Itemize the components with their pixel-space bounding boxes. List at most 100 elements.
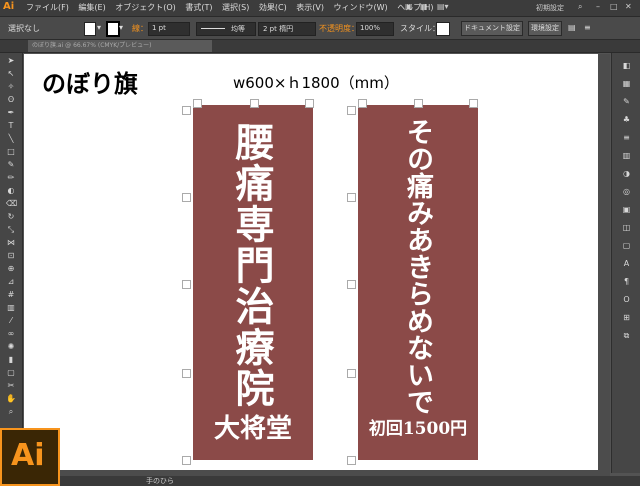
close-icon[interactable]: ✕	[625, 2, 632, 11]
variable-width-profile[interactable]: 均等	[196, 22, 256, 36]
workspace-preset[interactable]: 初期設定	[536, 3, 564, 13]
document-setup-button[interactable]: ドキュメント設定	[461, 21, 523, 36]
top-tab	[469, 99, 478, 108]
stroke-dropdown-icon[interactable]: ▾	[119, 23, 123, 32]
right-panel-dock: ◧ ▦ ✎ ♣ ≡ ▥ ◑ ◎ ▣ ◫ ▢ A ¶ O ⊞ ⧉	[611, 53, 640, 473]
pole-tab	[182, 456, 191, 465]
symbol-sprayer-icon[interactable]: ✺	[6, 342, 16, 351]
fill-swatch[interactable]	[84, 22, 96, 36]
illustrator-logo: Ai	[0, 428, 60, 486]
mesh-icon[interactable]: #	[6, 290, 16, 299]
top-tab	[193, 99, 202, 108]
fill-dropdown-icon[interactable]: ▾	[97, 23, 101, 32]
slice-icon[interactable]: ✂	[6, 381, 16, 390]
transparency-icon[interactable]: ◑	[621, 169, 632, 179]
pencil-icon[interactable]: ✏	[6, 173, 16, 182]
layers-icon[interactable]: ◫	[621, 223, 632, 233]
menu-object[interactable]: オブジェクト(O)	[115, 3, 176, 12]
selection-tool-icon[interactable]: ➤	[6, 56, 16, 65]
menu-type[interactable]: 書式(T)	[185, 3, 212, 12]
profile-label: 均等	[231, 25, 245, 33]
color-icon[interactable]: ◧	[621, 61, 632, 71]
perspective-icon[interactable]: ⊿	[6, 277, 16, 286]
stroke-label[interactable]: 線：	[132, 23, 148, 34]
paintbrush-icon[interactable]: ✎	[6, 160, 16, 169]
menu-edit[interactable]: 編集(E)	[78, 3, 105, 12]
width-icon[interactable]: ⋈	[6, 238, 16, 247]
document-tab[interactable]: のぼり旗.ai @ 66.67% (CMYK/プレビュー)	[28, 40, 212, 52]
flag-left-main-text: 腰痛専門治療院	[229, 122, 275, 409]
artboards-icon[interactable]: ▢	[621, 241, 632, 251]
bridge-icon[interactable]: ▣	[405, 2, 413, 11]
pen-icon[interactable]: ✒	[6, 108, 16, 117]
swatches-icon[interactable]: ▦	[621, 79, 632, 89]
pathfinder-icon[interactable]: ⧉	[621, 331, 632, 341]
pole-tab	[347, 369, 356, 378]
eraser-icon[interactable]: ⌫	[6, 199, 17, 208]
menu-window[interactable]: ウィンドウ(W)	[334, 3, 388, 12]
align-icon[interactable]: ▤	[568, 23, 576, 32]
brush-definition[interactable]: 2 pt 楕円	[258, 22, 316, 36]
menu-effect[interactable]: 効果(C)	[259, 3, 287, 12]
opentype-icon[interactable]: O	[621, 295, 632, 305]
minimize-icon[interactable]: –	[596, 2, 600, 11]
stock-icon[interactable]: ▦	[420, 2, 428, 11]
artboard-icon[interactable]: ▢	[6, 368, 16, 377]
top-tab	[358, 99, 367, 108]
gradient-icon[interactable]: ▥	[6, 303, 16, 312]
eyedropper-icon[interactable]: ⁄	[6, 316, 16, 325]
menu-select[interactable]: 選択(S)	[222, 3, 249, 12]
graph-icon[interactable]: ▮	[6, 355, 16, 364]
pole-tab	[347, 106, 356, 115]
brushes-icon[interactable]: ✎	[621, 97, 632, 107]
vertical-scrollbar[interactable]	[598, 54, 610, 470]
stroke-swatch[interactable]	[106, 21, 120, 37]
pole-tab	[182, 193, 191, 202]
type-icon[interactable]: T	[6, 121, 16, 130]
gradient-panel-icon[interactable]: ▥	[621, 151, 632, 161]
rectangle-icon[interactable]: □	[6, 147, 16, 156]
maximize-icon[interactable]: □	[610, 2, 618, 11]
stroke-weight-field[interactable]: 1 pt	[148, 22, 190, 36]
arrange-icon[interactable]: ▤▾	[437, 2, 449, 11]
character-icon[interactable]: A	[621, 259, 632, 269]
scale-icon[interactable]: ⤡	[6, 225, 16, 234]
pole-tab	[347, 456, 356, 465]
opacity-value: 100%	[360, 24, 381, 32]
line-icon[interactable]: ╲	[6, 134, 16, 143]
free-transform-icon[interactable]: ⊡	[6, 251, 16, 260]
flag-right-sub-text: 初回1500円	[368, 419, 468, 439]
paragraph-icon[interactable]: ¶	[621, 277, 632, 287]
menu-file[interactable]: ファイル(F)	[26, 3, 69, 12]
blob-brush-icon[interactable]: ◐	[6, 186, 16, 195]
stroke-weight-value: 1 pt	[152, 24, 166, 32]
panel-menu-icon[interactable]: ≡	[584, 23, 591, 32]
menu-help[interactable]: ヘルプ(H)	[397, 3, 433, 12]
symbols-icon[interactable]: ♣	[621, 115, 632, 125]
opacity-label[interactable]: 不透明度：	[319, 23, 359, 34]
artboard-canvas[interactable]	[24, 54, 610, 470]
appearance-icon[interactable]: ◎	[621, 187, 632, 197]
align-panel-icon[interactable]: ⊞	[621, 313, 632, 323]
graphic-styles-icon[interactable]: ▣	[621, 205, 632, 215]
stroke-panel-icon[interactable]: ≡	[621, 133, 632, 143]
preferences-button[interactable]: 環境設定	[528, 21, 562, 36]
document-tab-bar: のぼり旗.ai @ 66.67% (CMYK/プレビュー)	[0, 40, 640, 53]
pole-tab	[182, 106, 191, 115]
style-label: スタイル：	[400, 24, 440, 33]
shape-builder-icon[interactable]: ⊕	[6, 264, 16, 273]
menu-view[interactable]: 表示(V)	[296, 3, 324, 12]
zoom-icon[interactable]: ⌕	[6, 407, 16, 416]
control-bar: 選択なし ▾ ▾ 線： 1 pt 均等 2 pt 楕円 不透明度： 100% ス…	[0, 17, 640, 40]
rotate-icon[interactable]: ↻	[6, 212, 16, 221]
search-icon[interactable]: ⌕	[578, 2, 582, 12]
magic-wand-icon[interactable]: ✧	[6, 82, 16, 91]
lasso-icon[interactable]: ʘ	[6, 95, 16, 104]
opacity-field[interactable]: 100%	[356, 22, 394, 36]
style-swatch[interactable]	[436, 22, 450, 36]
direct-selection-icon[interactable]: ↖	[6, 69, 16, 78]
pole-tab	[182, 369, 191, 378]
blend-icon[interactable]: ∞	[6, 329, 16, 338]
flag-right-main-text: その痛みあきらめないで	[402, 118, 433, 415]
hand-icon[interactable]: ✋	[6, 394, 16, 403]
